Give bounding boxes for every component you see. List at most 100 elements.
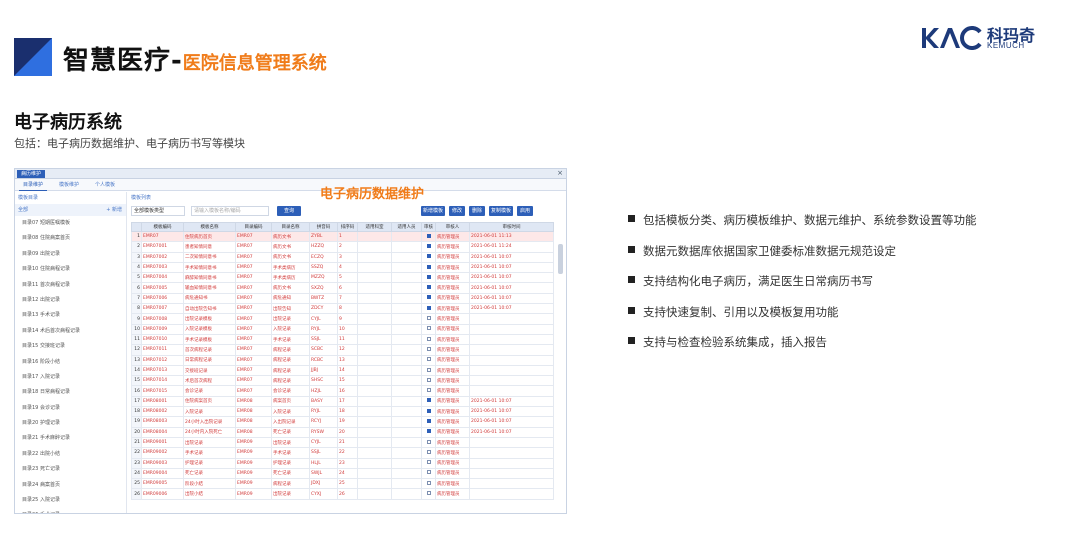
table-row[interactable]: 23 EMR09003 护理记录 EMR09 护理记录 HLJL 23 病历管理员	[131, 457, 554, 469]
table-row[interactable]: 5 EMR07004 麻醉知情同意书 EMR07 手术类病历 MZZQ 5 病历管理员 2021…	[131, 272, 554, 284]
table-row[interactable]: 6 EMR07005 输血知情同意书 EMR07 病历文书 SXZQ 6 病历管理员 2021-…	[131, 282, 554, 294]
audit-checkbox[interactable]	[426, 460, 431, 465]
new-template-button[interactable]: 新增模板	[421, 206, 445, 216]
template-type-select[interactable]: 全部模板类型	[131, 206, 185, 216]
tab-template[interactable]: 模板维护	[55, 180, 83, 190]
column-header[interactable]: 审核	[421, 222, 436, 232]
table-row[interactable]: 15 EMR07014 术后首次病程 EMR07 病程记录 SHSC 15 病历管理员	[131, 375, 554, 387]
catalog-item[interactable]: 目录14 术后首次病程记录	[15, 324, 126, 339]
table-row[interactable]: 8 EMR07007 自动出院告知书 EMR07 出院告知 ZDCY 8 病历管理员 2021-…	[131, 303, 554, 315]
column-header[interactable]: 模板名称	[183, 222, 236, 232]
column-header[interactable]: 目录名称	[271, 222, 310, 232]
catalog-item[interactable]: 目录09 出院记录	[15, 247, 126, 262]
column-header[interactable]: 适用科室	[357, 222, 392, 232]
column-header[interactable]	[131, 222, 142, 232]
table-row[interactable]: 25 EMR09005 阶段小结 EMR09 病程记录 JDXJ 25 病历管理员	[131, 478, 554, 490]
column-header[interactable]: 适用人员	[391, 222, 422, 232]
search-button[interactable]: 查询	[277, 206, 301, 216]
catalog-item[interactable]: 目录26 手术记录	[15, 508, 126, 513]
column-header[interactable]: 排序码	[337, 222, 358, 232]
audit-checkbox[interactable]	[426, 480, 431, 485]
table-row[interactable]: 22 EMR09002 手术记录 EMR09 手术记录 SSJL 22 病历管理员	[131, 447, 554, 459]
audit-checkbox[interactable]	[426, 470, 431, 475]
audit-checkbox[interactable]	[426, 429, 431, 434]
column-header[interactable]: 审核人	[435, 222, 470, 232]
table-row[interactable]: 12 EMR07011 首次病程记录 EMR07 病程记录 SCBC 12 病历管理员	[131, 344, 554, 356]
audit-checkbox[interactable]	[426, 233, 431, 238]
close-icon[interactable]: ×	[557, 169, 563, 178]
column-header[interactable]: 模板编码	[141, 222, 184, 232]
table-row[interactable]: 3 EMR07002 二次知情同意书 EMR07 病历文书 ECZQ 3 病历管理员 2021-…	[131, 251, 554, 263]
audit-checkbox[interactable]	[426, 408, 431, 413]
catalog-item[interactable]: 目录18 日常病程记录	[15, 385, 126, 400]
column-header[interactable]: 审核时间	[469, 222, 554, 232]
catalog-item[interactable]: 目录08 住院病案首页	[15, 231, 126, 246]
table-row[interactable]: 17 EMR08001 住院病案首页 EMR08 病案首页 BASY 17 病历管理员 2021…	[131, 395, 554, 408]
catalog-item[interactable]: 目录07 短期医嘱模板	[15, 216, 126, 231]
audit-checkbox[interactable]	[426, 243, 431, 248]
audit-checkbox[interactable]	[426, 264, 431, 269]
column-header[interactable]: 拼音码	[309, 222, 338, 232]
audit-checkbox[interactable]	[426, 388, 431, 393]
catalog-item[interactable]: 目录20 护理记录	[15, 416, 126, 431]
table-row[interactable]: 20 EMR08004 24小时内入院死亡 EMR08 死亡记录 RYSW 20 病历管理员 2…	[131, 426, 554, 438]
table-row[interactable]: 16 EMR07015 会诊记录 EMR07 会诊记录 HZJL 16 病历管理员	[131, 385, 554, 397]
catalog-item[interactable]: 目录16 阶段小结	[15, 355, 126, 370]
catalog-item[interactable]: 目录15 交接班记录	[15, 339, 126, 354]
table-row[interactable]: 26 EMR09006 出院小结 EMR09 出院记录 CYXJ 26 病历管理员	[131, 488, 554, 500]
catalog-item[interactable]: 目录21 手术麻醉记录	[15, 431, 126, 446]
table-row[interactable]: 2 EMR07001 患者知情同意 EMR07 病历文书 HZZQ 2 病历管理员 2021-0…	[131, 241, 554, 253]
catalog-item[interactable]: 目录10 住院病程记录	[15, 262, 126, 277]
catalog-item[interactable]: 目录24 病案首页	[15, 478, 126, 493]
enable-button[interactable]: 启用	[517, 206, 533, 216]
audit-checkbox[interactable]	[426, 295, 431, 300]
edit-button[interactable]: 修改	[449, 206, 465, 216]
catalog-item[interactable]: 目录13 手术记录	[15, 308, 126, 323]
catalog-item[interactable]: 目录22 出院小结	[15, 447, 126, 462]
table-row[interactable]: 21 EMR09001 出院记录 EMR09 出院记录 CYJL 21 病历管理员	[131, 436, 554, 449]
table-row[interactable]: 4 EMR07003 手术知情同意书 EMR07 手术类病历 SSZQ 4 病历管理员 2021…	[131, 261, 554, 274]
audit-checkbox[interactable]	[426, 326, 431, 331]
audit-checkbox[interactable]	[426, 316, 431, 321]
audit-checkbox[interactable]	[426, 254, 431, 259]
column-header[interactable]: 目录编码	[235, 222, 272, 232]
table-row[interactable]: 24 EMR09004 死亡记录 EMR09 死亡记录 SWJL 24 病历管理员	[131, 467, 554, 480]
catalog-item[interactable]: 目录25 入院记录	[15, 493, 126, 508]
catalog-item[interactable]: 目录12 出院记录	[15, 293, 126, 308]
catalog-item[interactable]: 目录19 会诊记录	[15, 401, 126, 416]
catalog-item[interactable]: 目录23 死亡记录	[15, 462, 126, 477]
table-row[interactable]: 9 EMR07008 出院记录模板 EMR07 出院记录 CYJL 9 病历管理员	[131, 313, 554, 325]
table-row[interactable]: 10 EMR07009 入院记录模板 EMR07 入院记录 RYJL 10 病历管理员	[131, 323, 554, 335]
catalog-item[interactable]: 目录17 入院记录	[15, 370, 126, 385]
table-row[interactable]: 1 EMR07 住院病历首页 EMR07 病历文书 ZYBL 1 病历管理员 2021-06-0…	[131, 230, 554, 243]
audit-checkbox[interactable]	[426, 274, 431, 279]
tab-catalog[interactable]: 目录维护	[19, 180, 48, 191]
table-scrollbar[interactable]	[558, 244, 563, 274]
audit-checkbox[interactable]	[426, 398, 431, 403]
table-row[interactable]: 11 EMR07010 手术记录模板 EMR07 手术记录 SSJL 11 病历管理员	[131, 333, 554, 346]
tab-personal[interactable]: 个人模板	[91, 180, 119, 190]
table-row[interactable]: 19 EMR08003 24小时入出院记录 EMR08 入出院记录 RCYJ 19 病历管理员…	[131, 416, 554, 428]
audit-checkbox[interactable]	[426, 285, 431, 290]
table-row[interactable]: 7 EMR07006 病危通知书 EMR07 病危通知 BWTZ 7 病历管理员 2021-06…	[131, 292, 554, 305]
copy-template-button[interactable]: 复制模板	[489, 206, 513, 216]
table-row[interactable]: 13 EMR07012 日常病程记录 EMR07 病程记录 RCBC 13 病历管理员	[131, 354, 554, 366]
window-tab[interactable]: 病历维护	[17, 170, 46, 178]
audit-checkbox[interactable]	[426, 336, 431, 341]
add-catalog-button[interactable]: + 新增	[106, 204, 122, 216]
audit-checkbox[interactable]	[426, 305, 431, 310]
audit-checkbox[interactable]	[426, 357, 431, 362]
audit-checkbox[interactable]	[426, 491, 431, 496]
delete-button[interactable]: 删除	[469, 206, 485, 216]
template-search-input[interactable]: 请输入模板名称/编码	[191, 206, 269, 216]
audit-checkbox[interactable]	[426, 367, 431, 372]
table-row[interactable]: 18 EMR08002 入院记录 EMR08 入院记录 RYJL 18 病历管理员 2021-0…	[131, 406, 554, 418]
audit-checkbox[interactable]	[426, 377, 431, 382]
audit-checkbox[interactable]	[426, 439, 431, 444]
catalog-all[interactable]: 全部 + 新增	[15, 204, 126, 216]
table-row[interactable]: 14 EMR07013 交接班记录 EMR07 病程记录 JJBJ 14 病历管理员	[131, 364, 554, 377]
catalog-item[interactable]: 目录11 首次病程记录	[15, 278, 126, 293]
audit-checkbox[interactable]	[426, 346, 431, 351]
audit-checkbox[interactable]	[426, 418, 431, 423]
audit-checkbox[interactable]	[426, 449, 431, 454]
